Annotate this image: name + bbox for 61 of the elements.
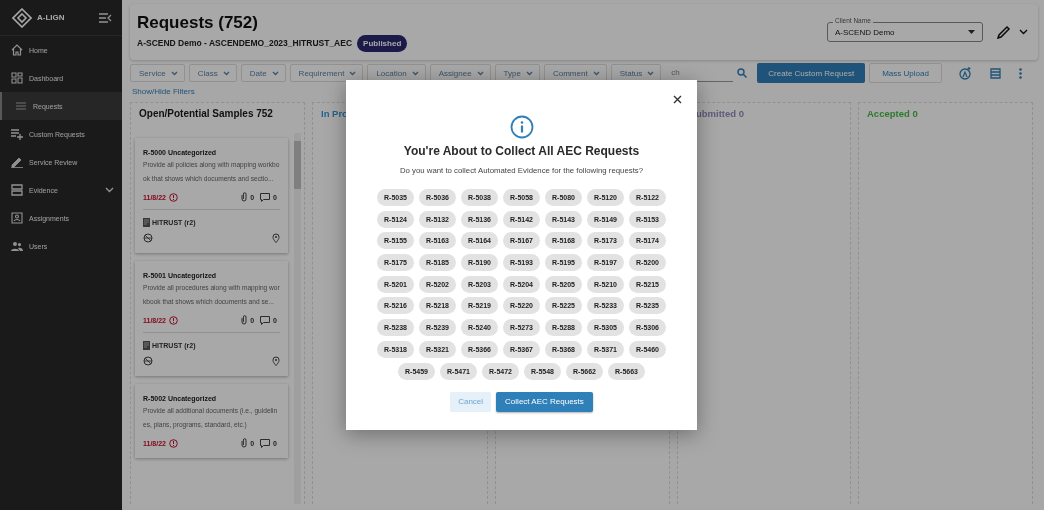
chevron-down-icon (592, 70, 600, 76)
dashboard-icon (11, 72, 23, 84)
mass-upload-button[interactable]: Mass Upload (869, 63, 942, 83)
location-pin-icon (272, 356, 280, 366)
chevron-down-icon (525, 70, 533, 76)
scrollbar[interactable] (294, 133, 301, 504)
home-icon (11, 44, 23, 56)
contact-card-icon (11, 212, 23, 224)
diamond-logo-icon (12, 7, 32, 28)
list-icon (15, 100, 27, 112)
paperclip-icon (241, 438, 248, 448)
location-pin-icon (272, 233, 280, 243)
comment-icon (260, 192, 271, 202)
status-badge: Published (357, 34, 408, 52)
pencil-icon (11, 156, 23, 168)
more-options-icon[interactable] (1018, 67, 1022, 79)
paperclip-icon (241, 192, 248, 202)
chevron-down-icon[interactable] (1019, 29, 1028, 35)
document-icon (143, 341, 150, 350)
info-icon (509, 115, 534, 139)
dialog-title: You're About to Collect All AEC Requests (403, 144, 640, 158)
column-title: Accepted 0 (866, 107, 919, 121)
chevron-down-icon (271, 70, 279, 76)
chevron-down-icon (647, 70, 655, 76)
project-subtitle: A-SCEND Demo - ASCENDEMO_2023_HITRUST_AEC (137, 38, 353, 48)
stacked-boxes-icon (11, 184, 23, 196)
close-icon[interactable] (673, 95, 682, 104)
person-sparkle-icon[interactable] (958, 66, 972, 80)
document-icon (143, 218, 150, 227)
show-hide-filters-link[interactable]: Show/Hide Filters (132, 87, 195, 96)
users-icon (11, 240, 23, 252)
filter-dropdown[interactable]: Class (188, 64, 237, 82)
chevron-down-icon (411, 70, 419, 76)
filter-dropdown[interactable]: Date (240, 64, 286, 82)
pencil-icon[interactable] (997, 25, 1011, 39)
alert-icon (168, 192, 178, 202)
chevron-down-icon (349, 70, 357, 76)
search-icon (737, 68, 748, 78)
alert-icon (168, 438, 178, 448)
table-rows-icon[interactable] (989, 67, 1001, 79)
dropdown-caret-icon (968, 30, 975, 34)
collect-button[interactable]: Collect AEC Requests (496, 391, 593, 412)
paperclip-icon (241, 315, 248, 325)
comment-icon (260, 315, 271, 325)
comment-icon (260, 438, 271, 448)
create-custom-request-button[interactable]: Create Custom Request (757, 63, 866, 83)
menu-collapse-icon[interactable] (99, 12, 112, 23)
globe-off-icon (143, 233, 153, 243)
chevron-down-icon (476, 70, 484, 76)
alert-icon (168, 315, 178, 325)
filter-dropdown[interactable]: Service (130, 64, 185, 82)
filter-dropdown[interactable]: Requirement (289, 64, 364, 82)
brand-name: A-LIGN (37, 13, 66, 22)
add-list-icon (11, 128, 23, 140)
cancel-button[interactable]: Cancel (450, 391, 492, 412)
chevron-down-icon (222, 70, 230, 76)
globe-off-icon (143, 356, 153, 366)
page-title: Requests (752) (137, 12, 259, 33)
column-title: ubmitted 0 (695, 107, 746, 121)
chevron-down-icon (170, 70, 178, 76)
column-title: Open/Potential Samples 752 (138, 107, 274, 121)
